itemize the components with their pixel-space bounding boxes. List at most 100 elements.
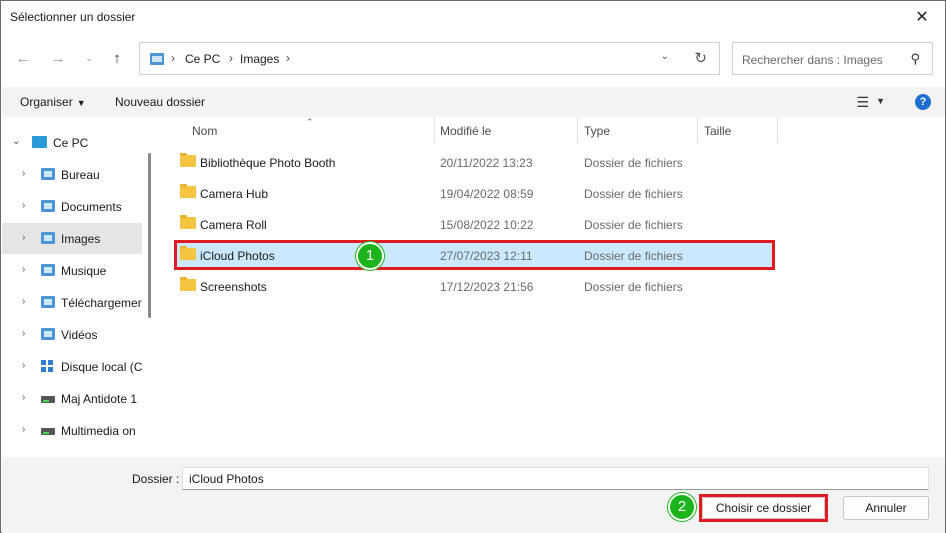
file-row[interactable]: Bibliothèque Photo Booth 20/11/2022 13:2… xyxy=(174,150,774,174)
sidebar-item-label: Ce PC xyxy=(53,136,89,150)
chevron-right-icon[interactable]: › xyxy=(22,296,25,307)
sidebar-item-ce-pc[interactable]: ⌄ Ce PC xyxy=(2,127,142,158)
sidebar-item-label: Bureau xyxy=(61,168,100,182)
arrow-up-icon: ↑ xyxy=(113,49,121,67)
sidebar-item-maj-antidote[interactable]: › Maj Antidote 1 xyxy=(2,383,142,414)
sidebar-item-musique[interactable]: › Musique xyxy=(2,255,142,286)
highlight-box xyxy=(174,240,775,270)
sidebar-item-label: Documents xyxy=(61,200,122,214)
recent-locations-button[interactable]: ⌄ xyxy=(78,47,100,69)
drive-icon xyxy=(41,396,55,403)
folder-icon xyxy=(180,153,196,167)
close-icon: ✕ xyxy=(915,9,929,26)
forward-button[interactable]: → xyxy=(47,47,69,69)
sidebar-item-images[interactable]: › Images xyxy=(2,223,142,254)
chevron-right-icon[interactable]: › xyxy=(22,232,25,243)
cancel-button[interactable]: Annuler xyxy=(843,496,929,520)
chevron-right-icon[interactable]: › xyxy=(22,360,25,371)
navigation-bar: ← → ⌄ ↑ › Ce PC › Images › ⌄ ↻ Recherche… xyxy=(1,41,945,77)
file-type: Dossier de fichiers xyxy=(584,156,683,170)
sidebar-item-bureau[interactable]: › Bureau xyxy=(2,159,142,190)
file-row[interactable]: Screenshots 17/12/2023 21:56 Dossier de … xyxy=(174,274,774,298)
folder-icon xyxy=(180,215,196,229)
sidebar-item-label: Images xyxy=(61,232,101,246)
help-button[interactable]: ? xyxy=(915,94,931,110)
sidebar-item-disque-local[interactable]: › Disque local (C xyxy=(2,351,142,382)
caret-down-icon[interactable]: ▼ xyxy=(876,96,885,106)
file-modified: 15/08/2022 10:22 xyxy=(440,218,534,232)
file-modified: 17/12/2023 21:56 xyxy=(440,280,534,294)
column-header-size[interactable]: Taille xyxy=(698,117,778,143)
sidebar-item-label: Musique xyxy=(61,264,107,278)
sidebar-item-videos[interactable]: › Vidéos xyxy=(2,319,142,350)
sidebar-item-telechargements[interactable]: › Téléchargemen xyxy=(2,287,142,318)
file-type: Dossier de fichiers xyxy=(584,280,683,294)
folder-label: Dossier : xyxy=(132,472,180,486)
chevron-right-icon: › xyxy=(229,51,233,65)
column-divider[interactable] xyxy=(777,117,778,143)
chevron-down-icon[interactable]: ⌄ xyxy=(12,136,20,147)
search-input[interactable]: Rechercher dans : Images xyxy=(742,53,883,67)
caret-down-icon: ▼ xyxy=(76,98,86,108)
folder-icon xyxy=(180,184,196,198)
file-type: Dossier de fichiers xyxy=(584,187,683,201)
choose-folder-button[interactable]: Choisir ce dossier xyxy=(702,497,825,519)
videos-folder-icon xyxy=(41,328,55,340)
folder-picker-dialog: Sélectionner un dossier ✕ ← → ⌄ ↑ › Ce P… xyxy=(0,0,946,533)
desktop-folder-icon xyxy=(41,168,55,180)
close-button[interactable]: ✕ xyxy=(899,1,945,33)
sidebar-item-label: Téléchargemen xyxy=(61,296,142,310)
organize-button[interactable]: Organiser ▼ xyxy=(20,95,86,109)
address-dropdown-icon[interactable]: ⌄ xyxy=(661,51,669,62)
chevron-right-icon[interactable]: › xyxy=(22,264,25,275)
windows-drive-icon xyxy=(41,360,55,372)
file-name: Bibliothèque Photo Booth xyxy=(200,156,336,170)
pictures-folder-icon xyxy=(150,53,164,65)
chevron-right-icon[interactable]: › xyxy=(22,328,25,339)
column-header-modified[interactable]: Modifié le xyxy=(434,117,577,143)
chevron-down-icon: ⌄ xyxy=(85,52,93,63)
file-type: Dossier de fichiers xyxy=(584,218,683,232)
file-list: ⌃ Nom Modifié le Type Taille Bibliothèqu… xyxy=(156,117,945,457)
footer-panel: Dossier : 2 Choisir ce dossier Annuler xyxy=(2,457,945,533)
chevron-right-icon[interactable]: › xyxy=(22,200,25,211)
chevron-right-icon[interactable]: › xyxy=(22,392,25,403)
navigation-pane: ⌄ Ce PC › Bureau › Documents › Images › … xyxy=(2,117,154,457)
command-bar: Organiser ▼ Nouveau dossier ☰ ▼ ? xyxy=(2,87,945,117)
file-row[interactable]: Camera Hub 19/04/2022 08:59 Dossier de f… xyxy=(174,181,774,205)
organize-label: Organiser xyxy=(20,95,73,109)
search-icon: ⚲ xyxy=(910,51,920,66)
column-header-name[interactable]: Nom xyxy=(186,117,434,143)
file-name: Camera Hub xyxy=(200,187,269,201)
column-header-type[interactable]: Type xyxy=(578,117,698,143)
file-name: Screenshots xyxy=(200,280,267,294)
chevron-right-icon[interactable]: › xyxy=(22,168,25,179)
folder-input[interactable] xyxy=(182,467,929,490)
pc-icon xyxy=(32,136,47,148)
search-box[interactable]: Rechercher dans : Images ⚲ xyxy=(732,42,933,75)
file-modified: 19/04/2022 08:59 xyxy=(440,187,534,201)
title-bar: Sélectionner un dossier ✕ xyxy=(1,1,945,33)
step-badge-1: 1 xyxy=(356,242,384,270)
sidebar-item-label: Maj Antidote 1 xyxy=(61,392,138,406)
file-row[interactable]: Camera Roll 15/08/2022 10:22 Dossier de … xyxy=(174,212,774,236)
folder-icon xyxy=(180,277,196,291)
sidebar-item-documents[interactable]: › Documents xyxy=(2,191,142,222)
arrow-right-icon: → xyxy=(50,49,66,67)
arrow-left-icon: ← xyxy=(15,49,31,67)
up-button[interactable]: ↑ xyxy=(106,47,128,69)
drive-icon xyxy=(41,428,55,435)
chevron-right-icon[interactable]: › xyxy=(22,424,25,435)
breadcrumb-images[interactable]: Images xyxy=(240,52,279,66)
address-bar[interactable]: › Ce PC › Images › ⌄ ↻ xyxy=(139,42,720,75)
breadcrumb-ce-pc[interactable]: Ce PC xyxy=(185,52,220,66)
view-options-icon[interactable]: ☰ xyxy=(856,94,869,111)
new-folder-button[interactable]: Nouveau dossier xyxy=(115,95,205,109)
step-badge-2: 2 xyxy=(668,493,696,521)
refresh-icon[interactable]: ↻ xyxy=(694,49,707,67)
sidebar-scrollbar[interactable] xyxy=(148,153,151,318)
sidebar-item-multimedia[interactable]: › Multimedia on xyxy=(2,415,142,446)
documents-folder-icon xyxy=(41,200,55,212)
sidebar-item-label: Multimedia on xyxy=(61,424,136,438)
back-button[interactable]: ← xyxy=(12,47,34,69)
